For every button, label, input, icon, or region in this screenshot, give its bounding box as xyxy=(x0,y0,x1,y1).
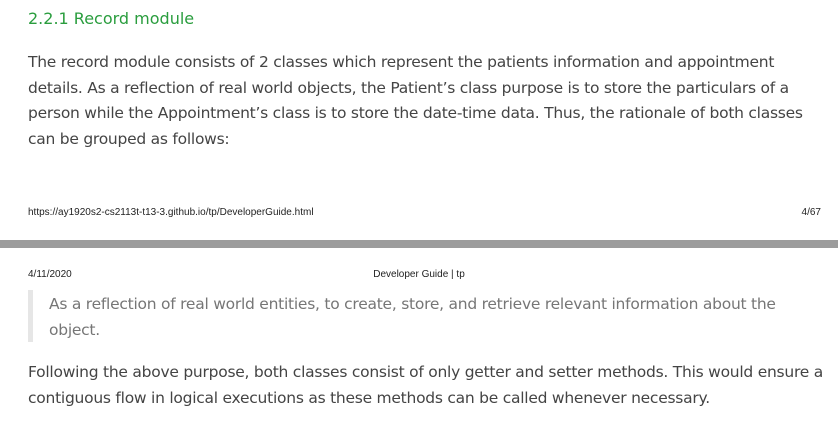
body-paragraph: The record module consists of 2 classes … xyxy=(28,53,803,148)
footer-page-number: 4/67 xyxy=(801,207,821,218)
section-heading: 2.2.1 Record module xyxy=(28,9,195,28)
blockquote-text: As a reflection of real world entities, … xyxy=(49,295,776,339)
page-break-divider xyxy=(0,240,838,248)
footer-url-link[interactable]: https://ay1920s2-cs2113t-t13-3.github.io… xyxy=(28,207,314,218)
header-document-title: Developer Guide | tp xyxy=(373,269,465,280)
body-paragraph-followup: Following the above purpose, both classe… xyxy=(28,363,823,407)
blockquote: As a reflection of real world entities, … xyxy=(28,290,808,342)
document-page-top: 2.2.1 Record module The record module co… xyxy=(0,0,838,238)
